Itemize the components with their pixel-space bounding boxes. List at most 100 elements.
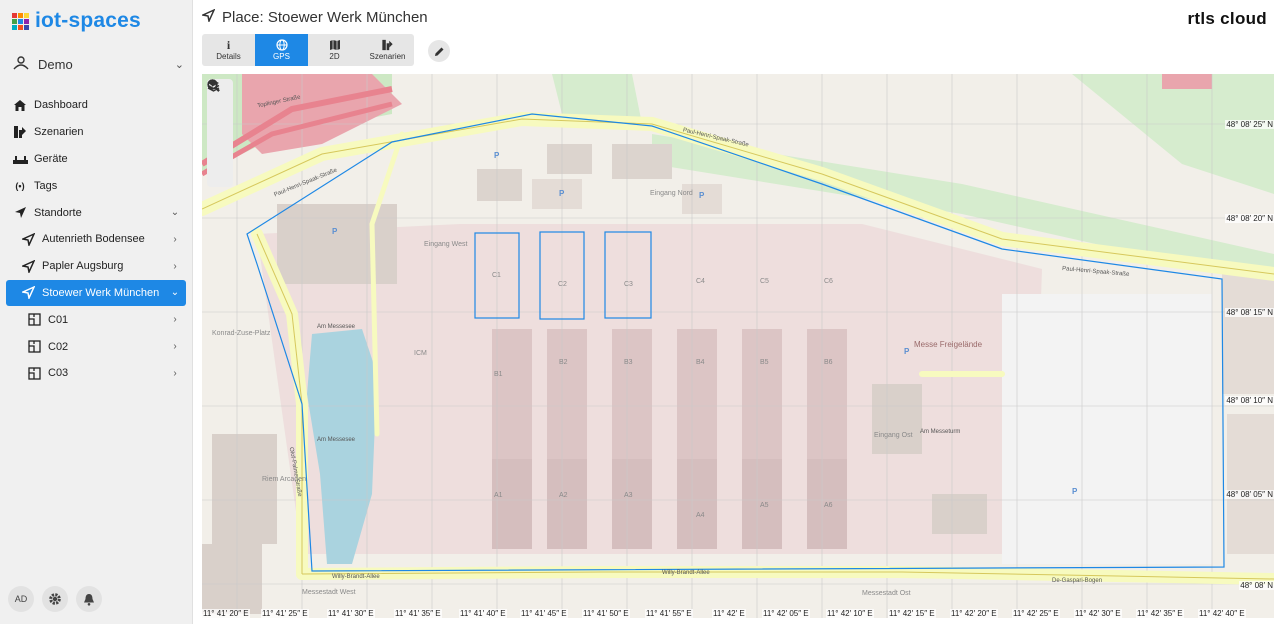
longitude-label: 11° 42′ E <box>712 609 746 618</box>
nav-item-geraete[interactable]: Geräte <box>6 146 186 173</box>
hall-label: B3 <box>624 359 633 366</box>
nav-item-place-papler[interactable]: Papler Augsburg › <box>6 253 186 280</box>
latitude-label: 48° 08′ N <box>1239 581 1274 590</box>
hall-label: B6 <box>824 359 833 366</box>
hall-label: B4 <box>696 359 705 366</box>
nav-label: Tags <box>34 179 58 192</box>
users-icon <box>12 55 32 73</box>
floorplan-icon <box>26 339 42 355</box>
street-label: Am Messesee <box>317 324 356 330</box>
location-arrow-icon <box>20 285 36 301</box>
nav-item-c02[interactable]: C02 › <box>6 333 186 360</box>
globe-icon <box>275 39 288 52</box>
tab-details[interactable]: i Details <box>202 34 255 66</box>
area-label: Eingang Ost <box>874 432 913 439</box>
svg-text:P: P <box>904 347 910 356</box>
page-title: Place: Stoewer Werk München <box>200 8 428 26</box>
tab-gps[interactable]: GPS <box>255 34 308 66</box>
street-label: De-Gaspari-Bogen <box>1052 578 1103 584</box>
sidebar-footer: AD <box>8 586 102 612</box>
notification-bell-icon[interactable] <box>76 586 102 612</box>
hall-label: A5 <box>760 502 769 509</box>
zoom-out-icon[interactable] <box>207 79 233 133</box>
home-icon <box>12 97 28 113</box>
map-controls <box>207 79 233 187</box>
longitude-label: 11° 41′ 45″ E <box>520 609 568 618</box>
street-label: Am Messeturm <box>920 429 961 435</box>
view-tabs: i Details GPS 2D Szenarien <box>202 34 414 66</box>
longitude-label: 11° 42′ 30″ E <box>1074 609 1122 618</box>
longitude-label: 11° 42′ 40″ E <box>1198 609 1246 618</box>
brand-name: iot-spaces <box>35 9 141 32</box>
nav-item-tags[interactable]: (•) Tags <box>6 172 186 199</box>
location-arrow-icon <box>12 205 28 221</box>
hall-label: A3 <box>624 492 633 499</box>
hall-label: C1 <box>492 272 501 279</box>
chevron-right-icon: › <box>173 341 177 353</box>
area-label: Eingang Nord <box>650 190 693 197</box>
hall-label: B5 <box>760 359 769 366</box>
latitude-label: 48° 08′ 10″ N <box>1225 396 1274 405</box>
nav-label: Geräte <box>34 152 68 165</box>
layers-icon[interactable] <box>207 80 233 187</box>
hall-label: A6 <box>824 502 833 509</box>
map-icon <box>329 39 341 52</box>
page-title-text: Place: Stoewer Werk München <box>222 9 428 26</box>
nav-item-c01[interactable]: C01 › <box>6 306 186 333</box>
tab-szenarien[interactable]: Szenarien <box>361 34 414 66</box>
svg-text:P: P <box>1072 487 1078 496</box>
longitude-label: 11° 42′ 05″ E <box>762 609 810 618</box>
longitude-label: 11° 41′ 30″ E <box>327 609 375 618</box>
nav-label: C01 <box>48 313 69 326</box>
location-arrow-icon <box>200 8 216 26</box>
longitude-label: 11° 41′ 50″ E <box>582 609 630 618</box>
rtls-cloud-logo: rtls cloud <box>1187 9 1267 28</box>
brand-logo[interactable]: iot-spaces <box>12 9 141 33</box>
longitude-label: 11° 41′ 25″ E <box>261 609 309 618</box>
info-icon: i <box>226 38 231 52</box>
tab-label: 2D <box>329 52 340 61</box>
svg-text:P: P <box>699 191 705 200</box>
nav-label: Szenarien <box>34 126 84 139</box>
longitude-label: 11° 42′ 35″ E <box>1136 609 1184 618</box>
nav-item-place-autenrieth[interactable]: Autenrieth Bodensee › <box>6 226 186 253</box>
edit-pencil-icon[interactable] <box>428 40 450 62</box>
svg-text:P: P <box>494 151 500 160</box>
nav-item-c03[interactable]: C03 › <box>6 360 186 387</box>
settings-gear-icon[interactable] <box>42 586 68 612</box>
chevron-down-icon: ⌄ <box>170 287 180 299</box>
nav-label: C03 <box>48 367 69 380</box>
location-arrow-icon <box>20 231 36 247</box>
nav-label: Papler Augsburg <box>42 260 124 273</box>
tab-2d[interactable]: 2D <box>308 34 361 66</box>
street-label: Am Messesee <box>317 437 356 443</box>
chevron-down-icon: ⌄ <box>174 58 184 71</box>
hall-label: A1 <box>494 492 503 499</box>
area-label: Messe Freigelände <box>914 340 983 349</box>
devices-icon <box>12 151 28 167</box>
tab-label: Szenarien <box>369 52 406 61</box>
hall-label: C6 <box>824 278 833 285</box>
zoom-fit-icon[interactable] <box>207 79 233 160</box>
nav-item-standorte[interactable]: Standorte ⌄ <box>6 199 186 226</box>
longitude-label: 11° 41′ 20″ E <box>202 609 250 618</box>
area-label: Riem Arcaden <box>262 476 306 483</box>
org-selector[interactable]: Demo ⌄ <box>12 54 184 74</box>
user-avatar[interactable]: AD <box>8 586 34 612</box>
nav-label: Dashboard <box>34 99 88 112</box>
gps-map[interactable]: PPP PPP Paul-Henri-Spaak-Straße Paul-Hen… <box>202 74 1274 618</box>
hall-label: C2 <box>558 281 567 288</box>
longitude-label: 11° 41′ 35″ E <box>394 609 442 618</box>
nav-item-dashboard[interactable]: Dashboard <box>6 92 186 119</box>
nav-item-szenarien[interactable]: Szenarien <box>6 119 186 146</box>
nav-label: Stoewer Werk München <box>42 286 160 299</box>
latitude-label: 48° 08′ 05″ N <box>1225 490 1274 499</box>
hall-label: B2 <box>559 359 568 366</box>
latitude-label: 48° 08′ 15″ N <box>1225 308 1274 317</box>
hall-label: ICM <box>414 350 427 357</box>
chevron-right-icon: › <box>173 233 177 245</box>
location-arrow-icon <box>20 258 36 274</box>
nav-item-place-stoewer[interactable]: Stoewer Werk München ⌄ <box>6 279 186 307</box>
street-label: Willy-Brandt-Allee <box>332 574 380 580</box>
tab-label: Details <box>216 52 241 61</box>
